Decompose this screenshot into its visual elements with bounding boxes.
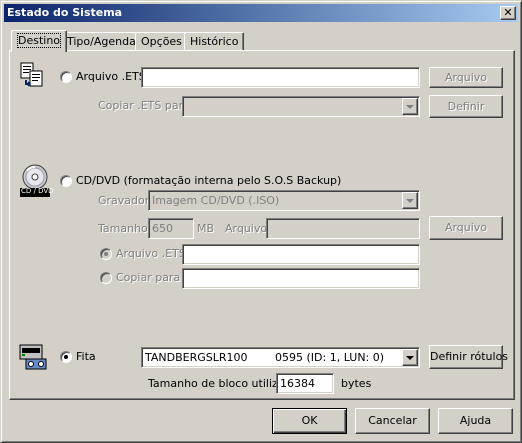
cd-arquivo-input[interactable]	[266, 218, 420, 239]
tamanho-label: Tamanho	[98, 222, 148, 235]
chevron-down-icon[interactable]	[402, 192, 418, 209]
tab-panel-destino: Arquivo .ETS Arquivo Copiar .ETS para De…	[9, 50, 515, 400]
chevron-down-icon[interactable]	[402, 349, 418, 366]
help-button[interactable]: Ajuda	[438, 408, 513, 434]
cd-dvd-icon-caption: CD / DVD	[21, 187, 54, 195]
tamanho-input[interactable]: 650	[148, 218, 194, 239]
window-title: Estado do Sistema	[7, 6, 123, 19]
bloco-unit: bytes	[341, 377, 372, 390]
gravador-label: Gravador	[98, 194, 150, 207]
title-bar[interactable]: Estado do Sistema ✕	[4, 4, 518, 22]
copy-files-icon	[20, 62, 43, 87]
fita-device-name: TANDBERGSLR100	[145, 351, 248, 364]
dialog-window: Estado do Sistema ✕ Destino Tipo/Agenda …	[0, 0, 522, 443]
radio-cd-arquivo-ets[interactable]	[100, 248, 112, 260]
cd-arquivo-button[interactable]: Arquivo	[429, 216, 503, 240]
radio-cd-copiar-label[interactable]: Copiar para	[116, 271, 180, 285]
cd-arquivo-label: Arquivo	[225, 222, 268, 235]
radio-arquivo-ets[interactable]	[60, 71, 72, 83]
close-icon: ✕	[503, 6, 513, 19]
cd-ets-input[interactable]	[182, 244, 420, 265]
arquivo-browse-button[interactable]: Arquivo	[429, 67, 503, 88]
cd-copiar-input[interactable]	[182, 268, 420, 289]
radio-fita-label[interactable]: Fita	[76, 350, 96, 364]
definir-button[interactable]: Definir	[429, 95, 503, 118]
arquivo-path-input[interactable]	[141, 67, 420, 88]
tab-historico[interactable]: Histórico	[184, 32, 245, 51]
definir-rotulos-button[interactable]: Definir rótulos	[429, 345, 508, 369]
tab-label: Histórico	[190, 35, 239, 48]
fita-device-detail: 0595 (ID: 1, LUN: 0)	[275, 351, 385, 364]
radio-cd-dvd-label[interactable]: CD/DVD (formatação interna pelo S.O.S Ba…	[76, 174, 341, 188]
radio-cd-arquivo-ets-label[interactable]: Arquivo .ETS	[116, 247, 186, 261]
tab-label: Opções	[141, 35, 182, 48]
tab-opcoes[interactable]: Opções	[135, 32, 188, 51]
tab-label: Tipo/Agenda	[67, 35, 136, 48]
chevron-down-icon[interactable]	[402, 98, 418, 115]
tab-tipo-agenda[interactable]: Tipo/Agenda	[61, 32, 142, 51]
bloco-input[interactable]: 16384	[276, 373, 334, 394]
copiar-ets-combo[interactable]	[182, 96, 420, 117]
radio-cd-dvd[interactable]	[60, 175, 72, 187]
radio-fita[interactable]	[60, 351, 72, 363]
radio-arquivo-ets-label[interactable]: Arquivo .ETS	[76, 70, 146, 84]
tab-label: Destino	[16, 33, 62, 48]
fita-device-combo[interactable]: TANDBERGSLR100 0595 (ID: 1, LUN: 0)	[141, 347, 420, 368]
tamanho-unit: MB	[197, 222, 215, 235]
radio-cd-copiar[interactable]	[100, 272, 112, 284]
cancel-button[interactable]: Cancelar	[355, 408, 430, 434]
close-button[interactable]: ✕	[500, 6, 516, 20]
tape-drive-icon	[19, 344, 47, 370]
gravador-combo[interactable]: Imagem CD/DVD (.ISO)	[148, 190, 420, 211]
copiar-ets-label: Copiar .ETS para	[98, 99, 190, 112]
tab-destino[interactable]: Destino	[11, 30, 68, 52]
ok-button[interactable]: OK	[272, 408, 347, 434]
